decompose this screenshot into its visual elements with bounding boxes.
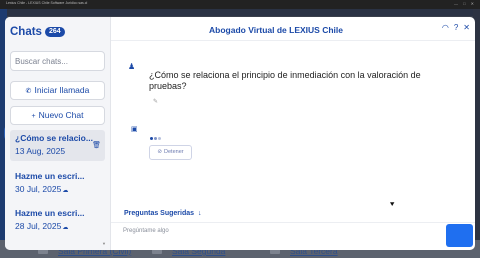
chat-list-item[interactable]: ¿Cómo se relacio... 13 Aug, 2025 🗑 [10,130,105,161]
suggested-questions-label: Preguntas Sugeridas [124,210,195,217]
chat-title: ¿Cómo se relacio... [15,133,93,143]
help-icon[interactable]: ? [454,23,458,32]
edit-icon[interactable]: ✎ [153,98,158,105]
cloud-icon: ☁ [62,225,69,231]
phone-icon: ✆ [25,88,32,95]
background-top-strip [0,9,480,16]
typing-dot [150,137,153,140]
chat-title: Hazme un escri... [15,208,85,218]
chat-date-row: 30 Jul, 2025☁ [15,184,100,194]
header-divider [111,40,475,41]
user-icon: ♟ [128,62,136,71]
chat-date: 30 Jul, 2025 [15,184,62,194]
arrow-down-icon: ↓ [198,210,202,217]
assistant-title: Abogado Virtual de LEXIUS Chile [209,25,343,35]
typing-indicator [150,127,162,145]
chat-modal: Chats 264 Buscar chats... ✆ Iniciar llama… [5,17,475,250]
close-icon[interactable]: ✕ [463,23,470,32]
message-input[interactable]: Pregúntame algo [123,228,169,234]
chat-date: 13 Aug, 2025 [15,146,66,156]
start-call-label: Iniciar llamada [34,85,90,95]
typing-dot [154,137,157,140]
suggested-questions-toggle[interactable]: Preguntas Sugeridas ↓ [124,210,202,217]
chat-date-row: 28 Jul, 2025☁ [15,221,100,231]
browser-tab-title[interactable]: Lexius Chile - LEXIUS Chile Software Jur… [6,1,87,5]
input-divider [111,222,475,223]
scroll-down-icon[interactable]: ▼ [102,241,107,246]
chat-title: Hazme un escri... [15,171,85,181]
start-call-button[interactable]: ✆ Iniciar llamada [10,81,105,100]
chats-count-badge: 264 [45,27,65,37]
chat-list-item[interactable]: Hazme un escri... 30 Jul, 2025☁ [10,168,105,199]
chat-list-item[interactable]: Hazme un escri... 28 Jul, 2025☁ [10,205,105,236]
typing-dot [158,137,161,140]
chat-date: 28 Jul, 2025 [15,221,62,231]
search-chats-input[interactable]: Buscar chats... [10,51,105,71]
send-button[interactable] [446,224,473,247]
mouse-cursor-icon: ⯆ [389,200,396,209]
trash-icon[interactable]: 🗑 [92,141,101,149]
chats-title: Chats [10,26,42,38]
cloud-icon: ☁ [62,188,69,194]
new-chat-button[interactable]: + Nuevo Chat [10,106,105,125]
user-message: ¿Cómo se relaciona el principio de inmed… [149,70,421,91]
chat-main-panel: Abogado Virtual de LEXIUS Chile ◠? ✕ ♟ ¿C… [111,17,475,250]
browser-bar: Lexius Chile - LEXIUS Chile Software Jur… [0,0,480,9]
stop-label: Detener [164,149,184,155]
window-controls[interactable]: — □ ✕ [454,1,476,6]
plus-icon: + [31,113,36,120]
stop-icon: ⊘ [157,149,163,155]
chat-sidebar: Chats 264 Buscar chats... ✆ Iniciar llama… [5,17,111,250]
robot-icon: ▣ [131,126,138,133]
stop-button[interactable]: ⊘ Detener [149,145,192,160]
loading-icon: ◠ [441,23,449,32]
header-actions: ◠? ✕ [437,23,470,32]
new-chat-label: Nuevo Chat [38,110,84,120]
